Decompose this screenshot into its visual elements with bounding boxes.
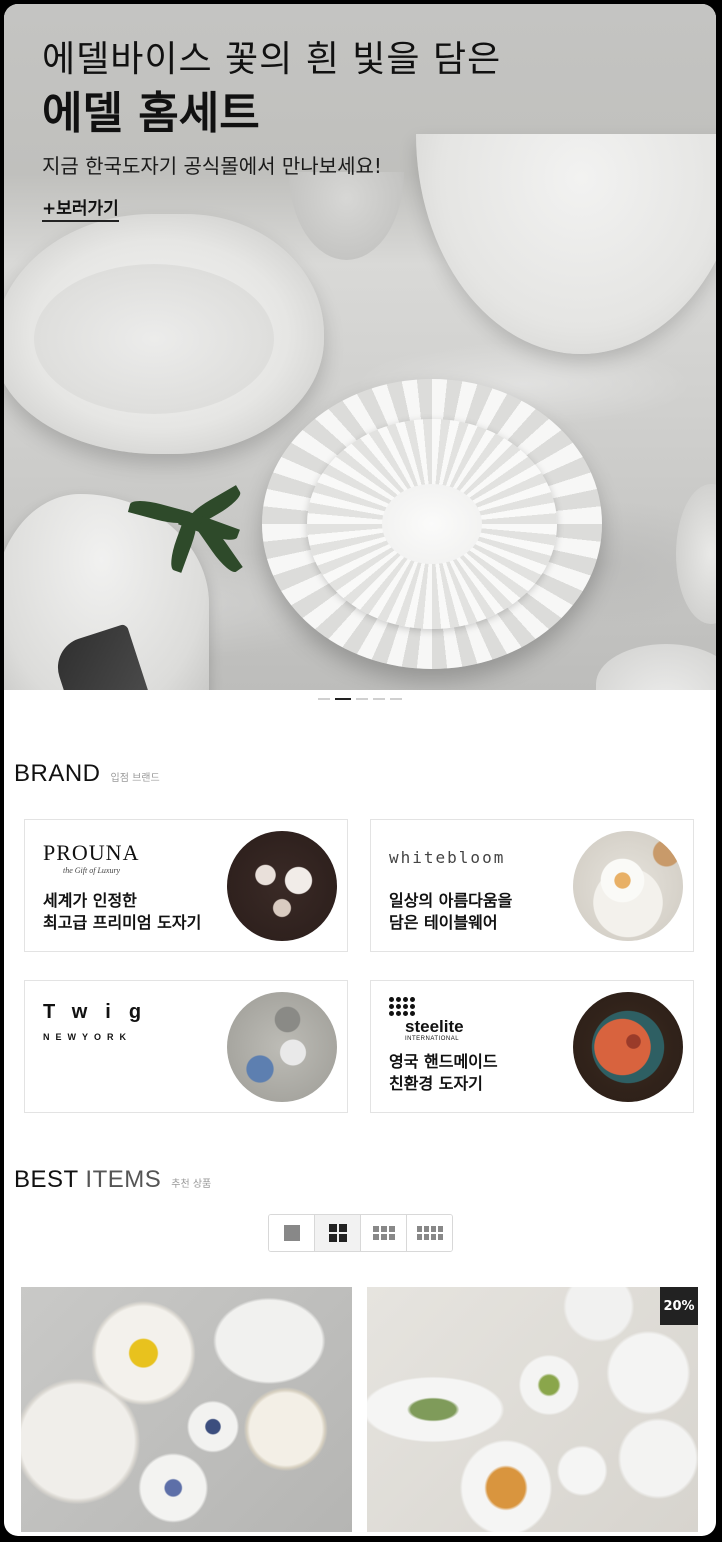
best-title-bold: BEST — [14, 1166, 79, 1193]
twig-logo: Twig NEWYORK — [43, 1001, 160, 1042]
carousel-dot[interactable] — [318, 698, 330, 700]
grid-1-icon — [283, 1225, 300, 1241]
prouna-photo — [227, 831, 337, 941]
brand-title: BRAND — [14, 760, 101, 787]
brand-subtitle: 입점 브랜드 — [110, 773, 160, 784]
best-section-title: BEST ITEMS 추천 상품 — [14, 1166, 211, 1194]
hero-big-plate — [262, 379, 602, 669]
hero-view-link[interactable]: +보러가기 — [42, 194, 119, 222]
product-image — [21, 1287, 352, 1532]
carousel-dot-active[interactable] — [335, 698, 351, 700]
hero-headline-1: 에델바이스 꽃의 흰 빛을 담은 — [42, 39, 502, 80]
brand-card-twig[interactable]: Twig NEWYORK — [24, 980, 348, 1113]
brand-card-steelite[interactable]: steelite INTERNATIONAL 영국 핸드메이드 친환경 도자기 — [370, 980, 694, 1113]
carousel-dot[interactable] — [356, 698, 368, 700]
view-2col-button[interactable] — [315, 1215, 361, 1251]
brand-description: 영국 핸드메이드 친환경 도자기 — [389, 1052, 498, 1093]
view-4col-button[interactable] — [407, 1215, 452, 1251]
brand-section-title: BRAND 입점 브랜드 — [14, 760, 160, 788]
view-3col-button[interactable] — [361, 1215, 407, 1251]
whitebloom-logo: whitebloom — [389, 848, 506, 867]
hero-subtitle: 지금 한국도자기 공식몰에서 만나보세요! — [42, 154, 382, 178]
whitebloom-photo — [573, 831, 683, 941]
steelite-logo: steelite INTERNATIONAL — [389, 997, 464, 1042]
steelite-dots-icon — [389, 997, 464, 1016]
app-frame: 에델바이스 꽃의 흰 빛을 담은 에델 홈세트 지금 한국도자기 공식몰에서 만… — [4, 4, 716, 1536]
prouna-logo: PROUNA the Gift of Luxury — [43, 840, 140, 875]
grid-2-icon — [328, 1224, 347, 1242]
brand-description: 일상의 아름다움을 담은 테이블웨어 — [389, 891, 513, 932]
product-card[interactable] — [21, 1287, 352, 1532]
hero-text: 에델바이스 꽃의 흰 빛을 담은 에델 홈세트 지금 한국도자기 공식몰에서 만… — [42, 34, 501, 180]
carousel-dots — [318, 698, 402, 700]
product-image — [367, 1287, 698, 1532]
brand-card-prouna[interactable]: PROUNA the Gift of Luxury 세계가 인정한 최고급 프리… — [24, 819, 348, 952]
hero-cloud-bowl — [4, 214, 324, 454]
carousel-dot[interactable] — [390, 698, 402, 700]
view-1col-button[interactable] — [269, 1215, 315, 1251]
grid-4-icon — [416, 1226, 443, 1240]
product-card[interactable]: 20% — [367, 1287, 698, 1532]
best-title-light: ITEMS — [85, 1166, 162, 1193]
steelite-photo — [573, 992, 683, 1102]
best-subtitle: 추천 상품 — [171, 1179, 212, 1190]
twig-photo — [227, 992, 337, 1102]
hero-headline-2: 에델 홈세트 — [42, 88, 260, 139]
discount-badge: 20% — [660, 1287, 698, 1325]
view-toggle — [268, 1214, 453, 1252]
hero-banner[interactable]: 에델바이스 꽃의 흰 빛을 담은 에델 홈세트 지금 한국도자기 공식몰에서 만… — [4, 4, 716, 690]
brand-description: 세계가 인정한 최고급 프리미엄 도자기 — [43, 891, 202, 932]
grid-3-icon — [372, 1226, 395, 1240]
carousel-dot[interactable] — [373, 698, 385, 700]
brand-card-whitebloom[interactable]: whitebloom 일상의 아름다움을 담은 테이블웨어 — [370, 819, 694, 952]
